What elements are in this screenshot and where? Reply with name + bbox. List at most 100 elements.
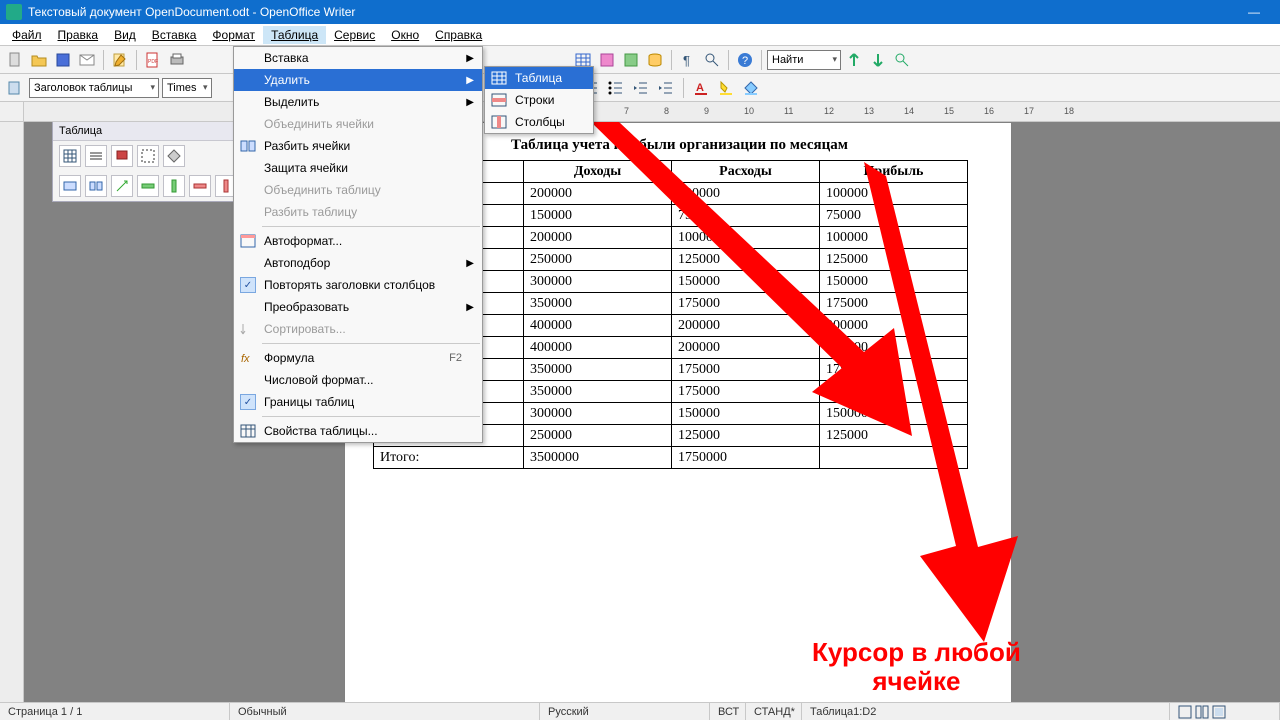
status-insert[interactable]: ВСТ — [710, 703, 746, 720]
line-style-icon[interactable] — [85, 145, 107, 167]
table-cell[interactable]: 175000 — [820, 359, 968, 381]
menu-view[interactable]: Вид — [106, 26, 144, 44]
table-cell[interactable]: 125000 — [820, 249, 968, 271]
table-cell[interactable]: Итого: — [374, 447, 524, 469]
del-row-icon[interactable] — [189, 175, 211, 197]
font-combo[interactable]: Times — [162, 78, 212, 98]
table-cell[interactable]: 350000 — [524, 381, 672, 403]
find-input[interactable]: Найти — [767, 50, 841, 70]
menu-help[interactable]: Справка — [427, 26, 490, 44]
mi-protect[interactable]: Защита ячейки — [234, 157, 482, 179]
table-cell[interactable]: 175000 — [820, 293, 968, 315]
table-cell[interactable]: 175000 — [672, 381, 820, 403]
table-cell[interactable]: 200000 — [672, 337, 820, 359]
table-cell[interactable]: 125000 — [820, 425, 968, 447]
help-icon[interactable]: ? — [734, 49, 756, 71]
table-cell[interactable]: 150000 — [820, 271, 968, 293]
mi-autoformat[interactable]: Автоформат... — [234, 230, 482, 252]
split-cells-icon[interactable] — [85, 175, 107, 197]
table-cell[interactable]: 175000 — [672, 293, 820, 315]
table-cell[interactable]: 150000 — [672, 403, 820, 425]
ruler-horizontal[interactable]: 6789101112131415161718 — [0, 102, 1280, 122]
table-cell[interactable]: 125000 — [672, 249, 820, 271]
table-cell[interactable]: 300000 — [524, 403, 672, 425]
open-icon[interactable] — [28, 49, 50, 71]
styles-icon[interactable] — [596, 49, 618, 71]
table-cell[interactable]: 200000 — [820, 337, 968, 359]
table-cell[interactable]: 175000 — [820, 381, 968, 403]
mi-numfmt[interactable]: Числовой формат... — [234, 369, 482, 391]
menu-format[interactable]: Формат — [204, 26, 263, 44]
table-cell[interactable]: 400000 — [524, 315, 672, 337]
mi-convert[interactable]: Преобразовать▶ — [234, 296, 482, 318]
mi-props[interactable]: Свойства таблицы... — [234, 420, 482, 442]
table-cell[interactable]: 125000 — [672, 425, 820, 447]
menu-insert[interactable]: Вставка — [144, 26, 205, 44]
find-prev-icon[interactable] — [843, 49, 865, 71]
mi-repeat[interactable]: ✓Повторять заголовки столбцов — [234, 274, 482, 296]
bg-icon[interactable] — [163, 145, 185, 167]
table-cell[interactable]: 300000 — [524, 271, 672, 293]
outdent-icon[interactable] — [630, 77, 652, 99]
styles-window-icon[interactable] — [4, 77, 26, 99]
find-dialog-icon[interactable] — [891, 49, 913, 71]
sub-table[interactable]: Таблица — [485, 67, 593, 89]
table-cell[interactable]: 200000 — [524, 183, 672, 205]
mi-split-t[interactable]: Разбить таблицу — [234, 201, 482, 223]
mi-borders[interactable]: ✓Границы таблиц — [234, 391, 482, 413]
table-cell[interactable]: 75000 — [820, 205, 968, 227]
table-cell[interactable]: 1750000 — [672, 447, 820, 469]
ins-row-icon[interactable] — [137, 175, 159, 197]
table-cell[interactable]: 200000 — [672, 315, 820, 337]
print-icon[interactable] — [166, 49, 188, 71]
mi-autosize[interactable]: Автоподбор▶ — [234, 252, 482, 274]
save-icon[interactable] — [52, 49, 74, 71]
table-cell[interactable]: 150000 — [672, 271, 820, 293]
table-cell[interactable]: 250000 — [524, 425, 672, 447]
table-cell[interactable]: 100000 — [820, 183, 968, 205]
menu-tools[interactable]: Сервис — [326, 26, 383, 44]
status-lang[interactable]: Русский — [540, 703, 710, 720]
data-sources-icon[interactable] — [644, 49, 666, 71]
new-doc-icon[interactable] — [4, 49, 26, 71]
menu-window[interactable]: Окно — [383, 26, 427, 44]
ins-col-icon[interactable] — [163, 175, 185, 197]
mi-split[interactable]: Разбить ячейки — [234, 135, 482, 157]
nonprinting-icon[interactable]: ¶ — [677, 49, 699, 71]
table-cell[interactable]: 100000 — [672, 183, 820, 205]
mi-delete[interactable]: Удалить▶ — [234, 69, 482, 91]
indent-icon[interactable] — [655, 77, 677, 99]
mi-merge[interactable]: Объединить ячейки — [234, 113, 482, 135]
edit-doc-icon[interactable] — [109, 49, 131, 71]
menu-file[interactable]: Файл — [4, 26, 50, 44]
border-color-icon[interactable] — [111, 145, 133, 167]
merge-cells-icon[interactable] — [59, 175, 81, 197]
table-cell[interactable]: 100000 — [672, 227, 820, 249]
document-canvas[interactable]: Таблица учета прибыли организации по мес… — [24, 122, 1280, 702]
sub-cols[interactable]: Столбцы — [485, 111, 593, 133]
highlight-icon[interactable] — [715, 77, 737, 99]
ruler-vertical[interactable] — [0, 122, 24, 702]
table-cell[interactable]: 75000 — [672, 205, 820, 227]
mi-merge-t[interactable]: Объединить таблицу — [234, 179, 482, 201]
table-cell[interactable]: 350000 — [524, 293, 672, 315]
pdf-icon[interactable]: PDF — [142, 49, 164, 71]
sub-rows[interactable]: Строки — [485, 89, 593, 111]
table-cell[interactable]: 350000 — [524, 359, 672, 381]
optimize-icon[interactable] — [111, 175, 133, 197]
zoom-icon[interactable] — [701, 49, 723, 71]
font-color-icon[interactable]: A — [690, 77, 712, 99]
table-cell[interactable]: 400000 — [524, 337, 672, 359]
status-style[interactable]: Обычный — [230, 703, 540, 720]
table-cell[interactable]: 175000 — [672, 359, 820, 381]
mi-sort[interactable]: Сортировать... — [234, 318, 482, 340]
table-cell[interactable]: 150000 — [820, 403, 968, 425]
table-cell[interactable]: 200000 — [524, 227, 672, 249]
mi-formula[interactable]: fxФормулаF2 — [234, 347, 482, 369]
find-next-icon[interactable] — [867, 49, 889, 71]
table-cell[interactable]: 250000 — [524, 249, 672, 271]
table-cell[interactable]: 200000 — [820, 315, 968, 337]
status-view-icons[interactable] — [1170, 703, 1280, 720]
menu-table[interactable]: Таблица — [263, 26, 326, 44]
gallery-icon[interactable] — [620, 49, 642, 71]
